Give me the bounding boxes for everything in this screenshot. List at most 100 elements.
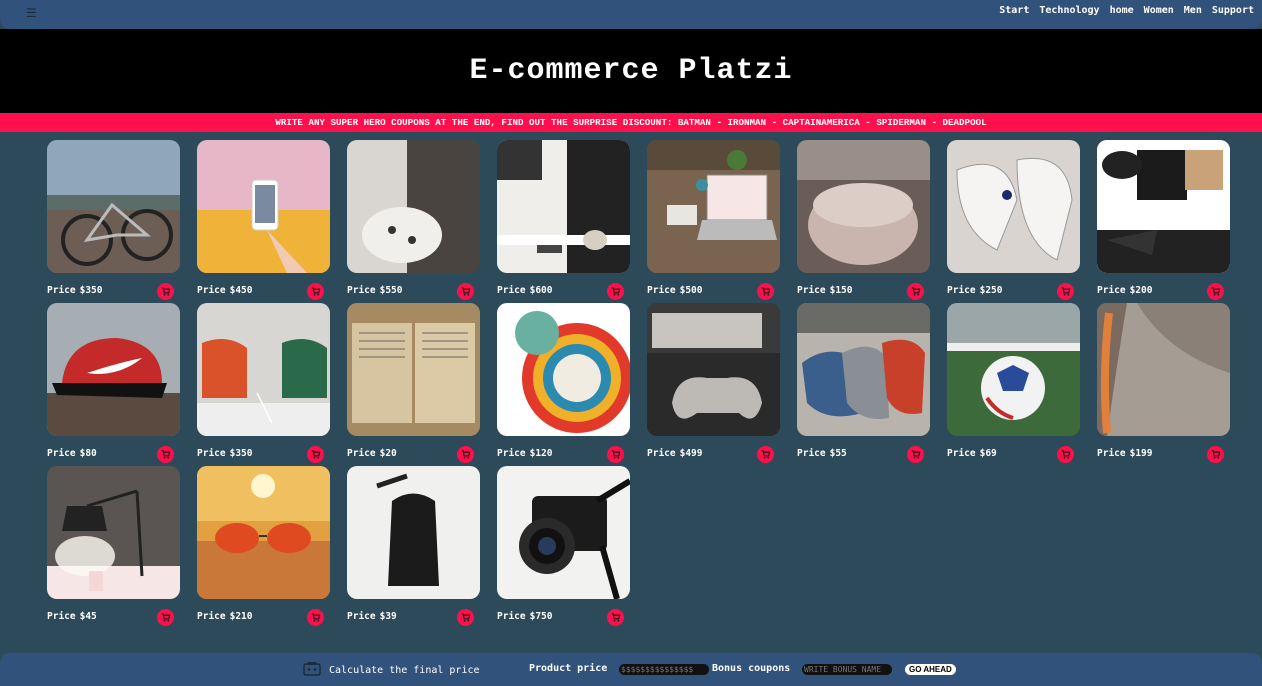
product-card[interactable]: Price $550: [347, 140, 481, 300]
price-value: $45: [79, 611, 97, 622]
price-label: Price: [947, 448, 976, 459]
add-to-cart-icon[interactable]: [907, 446, 924, 463]
add-to-cart-icon[interactable]: [307, 609, 324, 626]
product-price-input[interactable]: [619, 664, 709, 675]
price-value: $450: [229, 285, 253, 296]
product-card[interactable]: Price $55: [797, 303, 931, 463]
add-to-cart-icon[interactable]: [607, 609, 624, 626]
product-image[interactable]: [47, 466, 180, 599]
price-value: $120: [529, 448, 553, 459]
product-card[interactable]: Price $250: [947, 140, 1081, 300]
bonus-coupons-label: Bonus coupons: [712, 663, 791, 674]
product-price: Price $45: [47, 611, 97, 622]
product-card[interactable]: Price $500: [647, 140, 781, 300]
product-image[interactable]: [347, 466, 480, 599]
product-card[interactable]: Price $39: [347, 466, 481, 626]
product-card[interactable]: Price $499: [647, 303, 781, 463]
product-price: Price $120: [497, 448, 553, 459]
price-label: Price: [797, 448, 826, 459]
nav-support[interactable]: Support: [1212, 5, 1254, 16]
add-to-cart-icon[interactable]: [157, 609, 174, 626]
product-card[interactable]: Price $200: [1097, 140, 1231, 300]
soccer-ball-image: [947, 303, 1080, 436]
price-value: $500: [679, 285, 703, 296]
nav-home[interactable]: home: [1110, 5, 1134, 16]
product-card[interactable]: Price $150: [797, 140, 931, 300]
product-image[interactable]: [947, 140, 1080, 273]
product-card[interactable]: Price $450: [197, 140, 331, 300]
nav-start[interactable]: Start: [999, 5, 1029, 16]
nav-technology[interactable]: Technology: [1039, 5, 1099, 16]
product-card[interactable]: Price $350: [47, 140, 181, 300]
price-label: Price: [1097, 448, 1126, 459]
price-value: $550: [379, 285, 403, 296]
add-to-cart-icon[interactable]: [457, 609, 474, 626]
product-card[interactable]: Price $199: [1097, 303, 1231, 463]
product-card[interactable]: Price $600: [497, 140, 631, 300]
add-to-cart-icon[interactable]: [157, 446, 174, 463]
product-image[interactable]: [797, 303, 930, 436]
price-label: Price: [197, 285, 226, 296]
add-to-cart-icon[interactable]: [1207, 446, 1224, 463]
price-value: $499: [679, 448, 703, 459]
product-card[interactable]: Price $80: [47, 303, 181, 463]
add-to-cart-icon[interactable]: [307, 446, 324, 463]
go-ahead-button[interactable]: GO AHEAD: [905, 664, 956, 675]
product-card[interactable]: Price $210: [197, 466, 331, 626]
product-image[interactable]: [197, 140, 330, 273]
price-value: $350: [79, 285, 103, 296]
product-image[interactable]: [797, 140, 930, 273]
product-image[interactable]: [1097, 303, 1230, 436]
price-label: Price: [197, 611, 226, 622]
price-label: Price: [47, 448, 76, 459]
add-to-cart-icon[interactable]: [1057, 283, 1074, 300]
add-to-cart-icon[interactable]: [307, 283, 324, 300]
add-to-cart-icon[interactable]: [607, 446, 624, 463]
nav-women[interactable]: Women: [1144, 5, 1174, 16]
add-to-cart-icon[interactable]: [1207, 283, 1224, 300]
product-image[interactable]: [497, 466, 630, 599]
price-label: Price: [1097, 285, 1126, 296]
product-image[interactable]: [947, 303, 1080, 436]
product-card[interactable]: Price $69: [947, 303, 1081, 463]
add-to-cart-icon[interactable]: [157, 283, 174, 300]
add-to-cart-icon[interactable]: [457, 283, 474, 300]
top-navbar: ☰ Start Technology home Women Men Suppor…: [0, 0, 1262, 29]
bonus-coupon-input[interactable]: [802, 664, 892, 675]
product-card[interactable]: Price $350: [197, 303, 331, 463]
product-image[interactable]: [197, 466, 330, 599]
product-price: Price $210: [197, 611, 253, 622]
add-to-cart-icon[interactable]: [907, 283, 924, 300]
product-image[interactable]: [197, 303, 330, 436]
add-to-cart-icon[interactable]: [457, 446, 474, 463]
product-price: Price $600: [497, 285, 553, 296]
product-image[interactable]: [347, 303, 480, 436]
product-card[interactable]: Price $120: [497, 303, 631, 463]
product-image[interactable]: [1097, 140, 1230, 273]
product-image[interactable]: [47, 303, 180, 436]
product-price: Price $69: [947, 448, 997, 459]
product-image[interactable]: [497, 303, 630, 436]
product-image[interactable]: [647, 140, 780, 273]
nav-men[interactable]: Men: [1184, 5, 1202, 16]
product-price-label: Product price: [529, 663, 608, 674]
tv-room-image: [497, 140, 630, 273]
add-to-cart-icon[interactable]: [757, 446, 774, 463]
product-card[interactable]: Price $20: [347, 303, 481, 463]
add-to-cart-icon[interactable]: [607, 283, 624, 300]
price-value: $20: [379, 448, 397, 459]
product-card[interactable]: Price $45: [47, 466, 181, 626]
price-value: $200: [1129, 285, 1153, 296]
product-card[interactable]: Price $750: [497, 466, 631, 626]
price-value: $150: [829, 285, 853, 296]
product-image[interactable]: [347, 140, 480, 273]
add-to-cart-icon[interactable]: [1057, 446, 1074, 463]
add-to-cart-icon[interactable]: [757, 283, 774, 300]
hamburger-icon[interactable]: ☰: [26, 5, 37, 21]
product-price: Price $55: [797, 448, 847, 459]
product-image[interactable]: [497, 140, 630, 273]
product-image[interactable]: [47, 140, 180, 273]
product-price: Price $39: [347, 611, 397, 622]
product-image[interactable]: [647, 303, 780, 436]
price-value: $69: [979, 448, 997, 459]
